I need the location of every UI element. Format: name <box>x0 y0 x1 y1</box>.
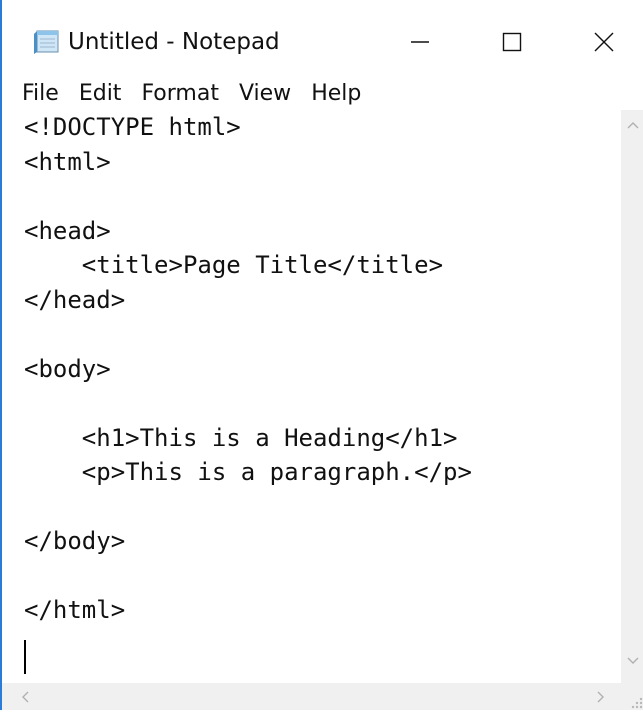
vertical-scrollbar[interactable] <box>621 110 643 683</box>
resize-grip[interactable] <box>621 683 643 710</box>
scroll-up-icon[interactable] <box>621 114 643 138</box>
maximize-button[interactable] <box>466 14 558 70</box>
minimize-button[interactable] <box>374 14 466 70</box>
close-icon <box>594 32 614 52</box>
menu-bar: File Edit Format View Help <box>2 78 643 110</box>
minimize-icon <box>411 41 429 43</box>
resize-grip-icon <box>631 697 643 709</box>
close-button[interactable] <box>558 14 643 70</box>
notepad-icon <box>34 30 59 54</box>
menu-file[interactable]: File <box>22 79 59 109</box>
editor-content[interactable]: <!DOCTYPE html> <html> <head> <title>Pag… <box>2 110 621 628</box>
scroll-right-icon[interactable] <box>588 685 612 709</box>
horizontal-scrollbar[interactable] <box>2 683 621 710</box>
window-title: Untitled - Notepad <box>68 29 280 55</box>
text-caret <box>24 640 26 674</box>
menu-view[interactable]: View <box>239 79 291 109</box>
notepad-window: Untitled - Notepad File Edit Format View… <box>0 0 643 710</box>
scroll-left-icon[interactable] <box>14 685 38 709</box>
title-bar[interactable]: Untitled - Notepad <box>2 0 643 78</box>
menu-format[interactable]: Format <box>141 79 219 109</box>
text-editor[interactable]: <!DOCTYPE html> <html> <head> <title>Pag… <box>2 110 621 683</box>
menu-help[interactable]: Help <box>311 79 361 109</box>
maximize-icon <box>502 32 522 52</box>
scroll-down-icon[interactable] <box>621 648 643 672</box>
menu-edit[interactable]: Edit <box>79 79 122 109</box>
